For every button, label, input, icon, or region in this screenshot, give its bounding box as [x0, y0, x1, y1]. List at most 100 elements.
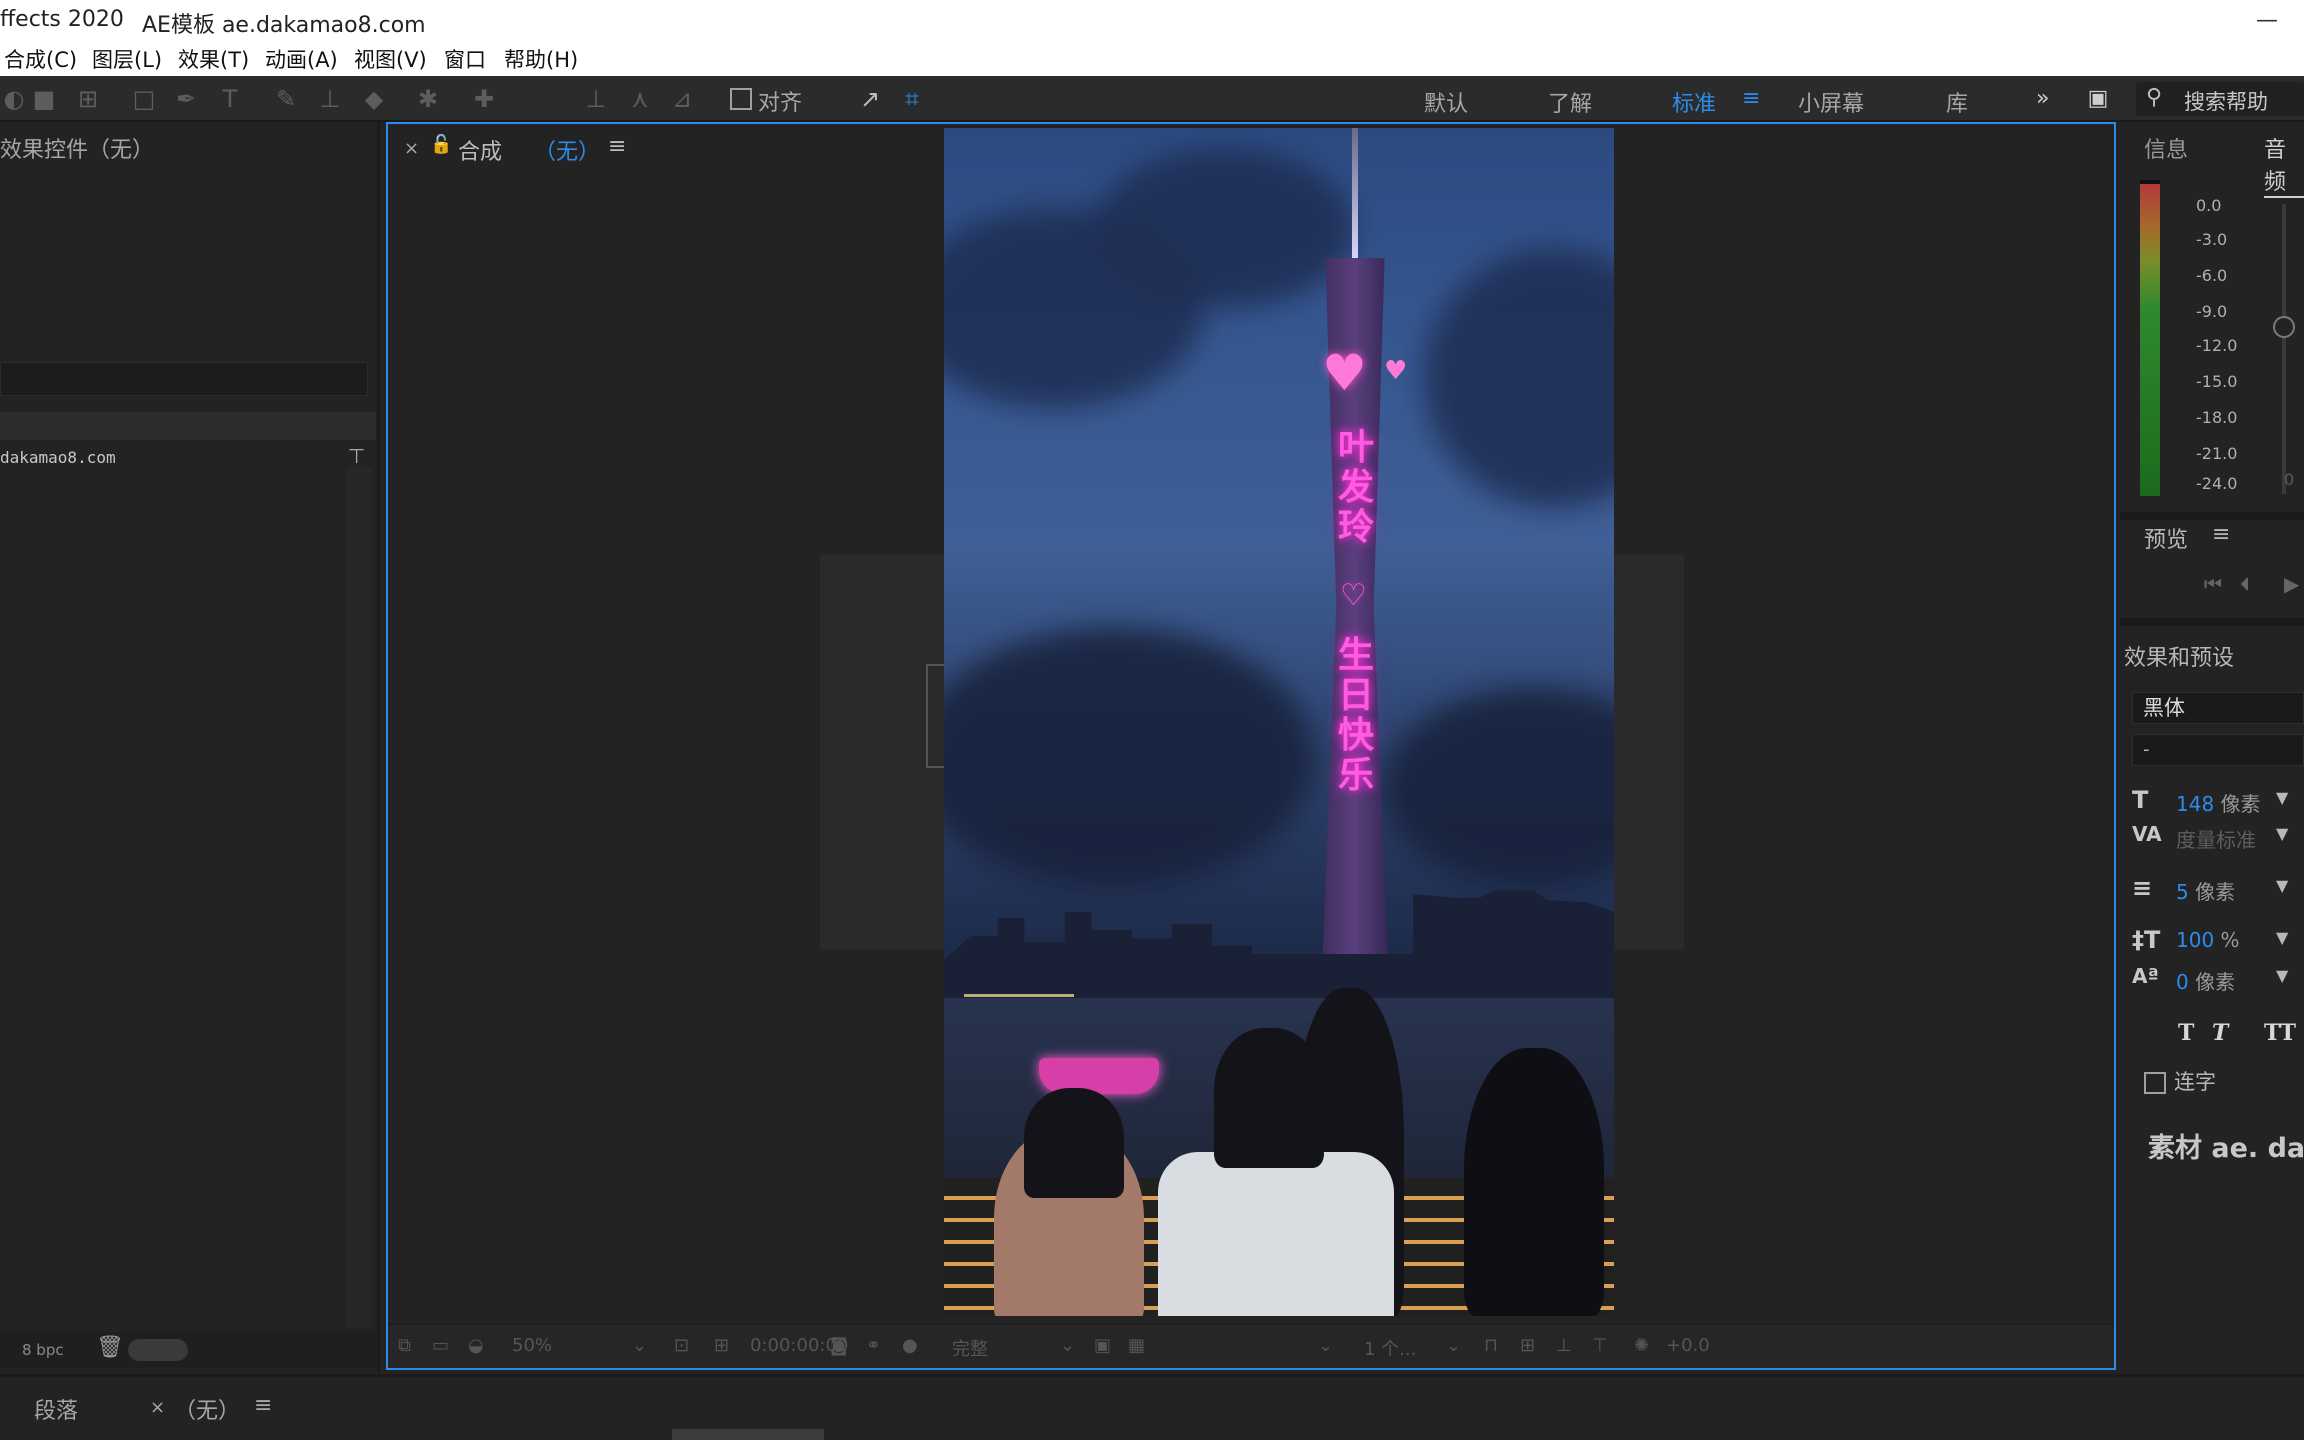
workspace-library[interactable]: 库 [1946, 86, 1968, 118]
orbit-camera-icon[interactable]: ◐ [0, 85, 28, 113]
workspace-standard[interactable]: 标准 [1672, 86, 1716, 118]
vertical-scale-value[interactable]: 100 [2176, 928, 2214, 952]
view-axis-icon[interactable]: ⊿ [668, 85, 696, 113]
tab-timeline-none[interactable]: （无） [174, 1393, 240, 1425]
rectangle-tool-icon[interactable]: □ [130, 85, 158, 113]
faux-bold-button[interactable]: T [2178, 1020, 2194, 1046]
region-icon[interactable]: ▣ [1094, 1335, 1111, 1356]
ligature-checkbox[interactable] [2144, 1072, 2166, 1094]
resolution-dropdown[interactable]: 完整 [952, 1335, 988, 1361]
fit-icon[interactable]: ⊡ [674, 1335, 689, 1356]
pen-tool-icon[interactable]: ✒ [172, 85, 200, 113]
transparency-grid-icon[interactable]: ▦ [1128, 1335, 1145, 1356]
font-size-value[interactable]: 148 [2176, 792, 2214, 816]
always-preview-icon[interactable]: ⧉ [398, 1335, 411, 1356]
pan-behind-icon[interactable]: ⊞ [74, 85, 102, 113]
chevron-down-icon[interactable]: ⌄ [632, 1335, 647, 1356]
monitor-icon[interactable]: ▭ [432, 1335, 449, 1356]
tab-audio[interactable]: 音频 [2264, 132, 2304, 198]
menu-composition[interactable]: 合成(C) [4, 44, 77, 74]
zoom-dropdown[interactable]: 50% [512, 1335, 552, 1356]
tab-paragraph[interactable]: 段落 [34, 1393, 78, 1425]
flowchart-icon[interactable]: ⊤ [1592, 1335, 1608, 1356]
roto-brush-icon[interactable]: ✱ [414, 85, 442, 113]
local-axis-icon[interactable]: ⊥ [582, 85, 610, 113]
bit-depth-button[interactable]: 8 bpc [22, 1341, 64, 1359]
chevron-down-icon[interactable]: ⌄ [1060, 1335, 1075, 1356]
mask-icon[interactable]: ◒ [468, 1335, 484, 1356]
expand-icon[interactable]: ↗ [856, 85, 884, 113]
close-tab-icon[interactable]: × [404, 138, 419, 159]
eraser-tool-icon[interactable]: ◆ [360, 85, 388, 113]
camera-icon[interactable]: ■ [30, 85, 58, 113]
exposure-icon[interactable]: ✺ [1634, 1335, 1649, 1356]
close-tab-icon[interactable]: × [150, 1397, 165, 1418]
project-search-field[interactable] [0, 362, 368, 396]
composition-viewer[interactable]: ♥ ♥ 叶 发 玲 ♡ 生 日 快 乐 [944, 128, 1614, 1316]
first-frame-icon[interactable]: ⏮ [2204, 572, 2222, 596]
workspace-learn[interactable]: 了解 [1548, 86, 1592, 118]
project-scrollbar[interactable] [346, 467, 372, 1327]
kerning-value[interactable]: 度量标准 [2176, 824, 2256, 853]
menu-help[interactable]: 帮助(H) [504, 44, 578, 74]
clone-stamp-icon[interactable]: ⊥ [316, 85, 344, 113]
font-family-select[interactable]: 黑体 [2132, 692, 2304, 724]
audio-volume-track[interactable] [2282, 204, 2286, 494]
chevron-down-icon[interactable]: ⌄ [1318, 1335, 1333, 1356]
lock-icon[interactable]: 🔓 [430, 134, 452, 155]
play-icon[interactable]: ▶ [2284, 572, 2299, 596]
baseline-shift-value[interactable]: 0 [2176, 970, 2189, 994]
trash-icon[interactable]: 🗑 [96, 1335, 124, 1360]
font-size-icon: T [2132, 786, 2149, 814]
chevron-down-icon[interactable]: ▼ [2276, 966, 2288, 985]
grid-icon[interactable]: ⊞ [714, 1335, 729, 1356]
cloud [1094, 148, 1354, 308]
panel-menu-icon[interactable]: ≡ [2212, 522, 2230, 547]
tab-info[interactable]: 信息 [2144, 132, 2188, 164]
workspace-small-screen[interactable]: 小屏幕 [1798, 86, 1864, 118]
exposure-value[interactable]: +0.0 [1666, 1335, 1710, 1356]
thumbnail-slider[interactable] [128, 1339, 188, 1361]
workspace-overflow-icon[interactable]: » [2036, 86, 2049, 111]
timeline-icon[interactable]: ⊥ [1556, 1335, 1572, 1356]
puppet-pin-icon[interactable]: ✚ [470, 85, 498, 113]
color-channels-icon[interactable]: ● [902, 1335, 918, 1356]
snapshot-icon[interactable]: ◙ [830, 1335, 847, 1356]
menu-animation[interactable]: 动画(A) [265, 44, 338, 74]
menu-view[interactable]: 视图(V) [354, 44, 427, 74]
show-snapshot-icon[interactable]: ⚭ [866, 1335, 881, 1356]
snap-icon[interactable]: ⌗ [898, 85, 926, 113]
menu-effect[interactable]: 效果(T) [178, 44, 249, 74]
chevron-down-icon[interactable]: ▼ [2276, 824, 2288, 843]
workspace-settings-icon[interactable]: ▣ [2084, 85, 2112, 113]
workspace-menu-icon[interactable]: ≡ [1742, 86, 1760, 111]
view-count-dropdown[interactable]: 1 个... [1364, 1335, 1416, 1361]
menubar: 合成(C) 图层(L) 效果(T) 动画(A) 视图(V) 窗口 帮助(H) [0, 40, 2304, 76]
previous-frame-icon[interactable]: ⏴ [2240, 572, 2250, 596]
draft-3d-icon[interactable]: ⊓ [1484, 1335, 1498, 1356]
minimize-button[interactable]: — [2256, 8, 2278, 33]
faux-italic-button[interactable]: T [2212, 1020, 2228, 1046]
fast-preview-icon[interactable]: ⊞ [1520, 1335, 1535, 1356]
help-search[interactable]: ⚲ 搜索帮助 [2136, 82, 2304, 116]
all-caps-button[interactable]: TT [2264, 1020, 2296, 1046]
menu-layer[interactable]: 图层(L) [92, 44, 162, 74]
project-item[interactable]: dakamao8.com [0, 448, 116, 467]
panel-menu-icon[interactable]: ≡ [608, 134, 626, 159]
timeline-scrollbar[interactable] [672, 1429, 824, 1440]
audio-volume-knob[interactable] [2273, 316, 2295, 338]
world-axis-icon[interactable]: ⋏ [626, 85, 654, 113]
flowchart-icon[interactable]: ⊤ [348, 444, 365, 468]
chevron-down-icon[interactable]: ▼ [2276, 928, 2288, 947]
workspace-default[interactable]: 默认 [1424, 86, 1468, 118]
menu-window[interactable]: 窗口 [444, 44, 486, 74]
chevron-down-icon[interactable]: ▼ [2276, 876, 2288, 895]
brush-tool-icon[interactable]: ✎ [272, 85, 300, 113]
panel-menu-icon[interactable]: ≡ [254, 1393, 272, 1418]
stroke-width-value[interactable]: 5 [2176, 880, 2189, 904]
font-style-select[interactable]: - [2132, 734, 2304, 766]
chevron-down-icon[interactable]: ⌄ [1446, 1335, 1461, 1356]
align-checkbox[interactable] [730, 88, 752, 110]
chevron-down-icon[interactable]: ▼ [2276, 788, 2288, 807]
type-tool-icon[interactable]: T [216, 85, 244, 113]
